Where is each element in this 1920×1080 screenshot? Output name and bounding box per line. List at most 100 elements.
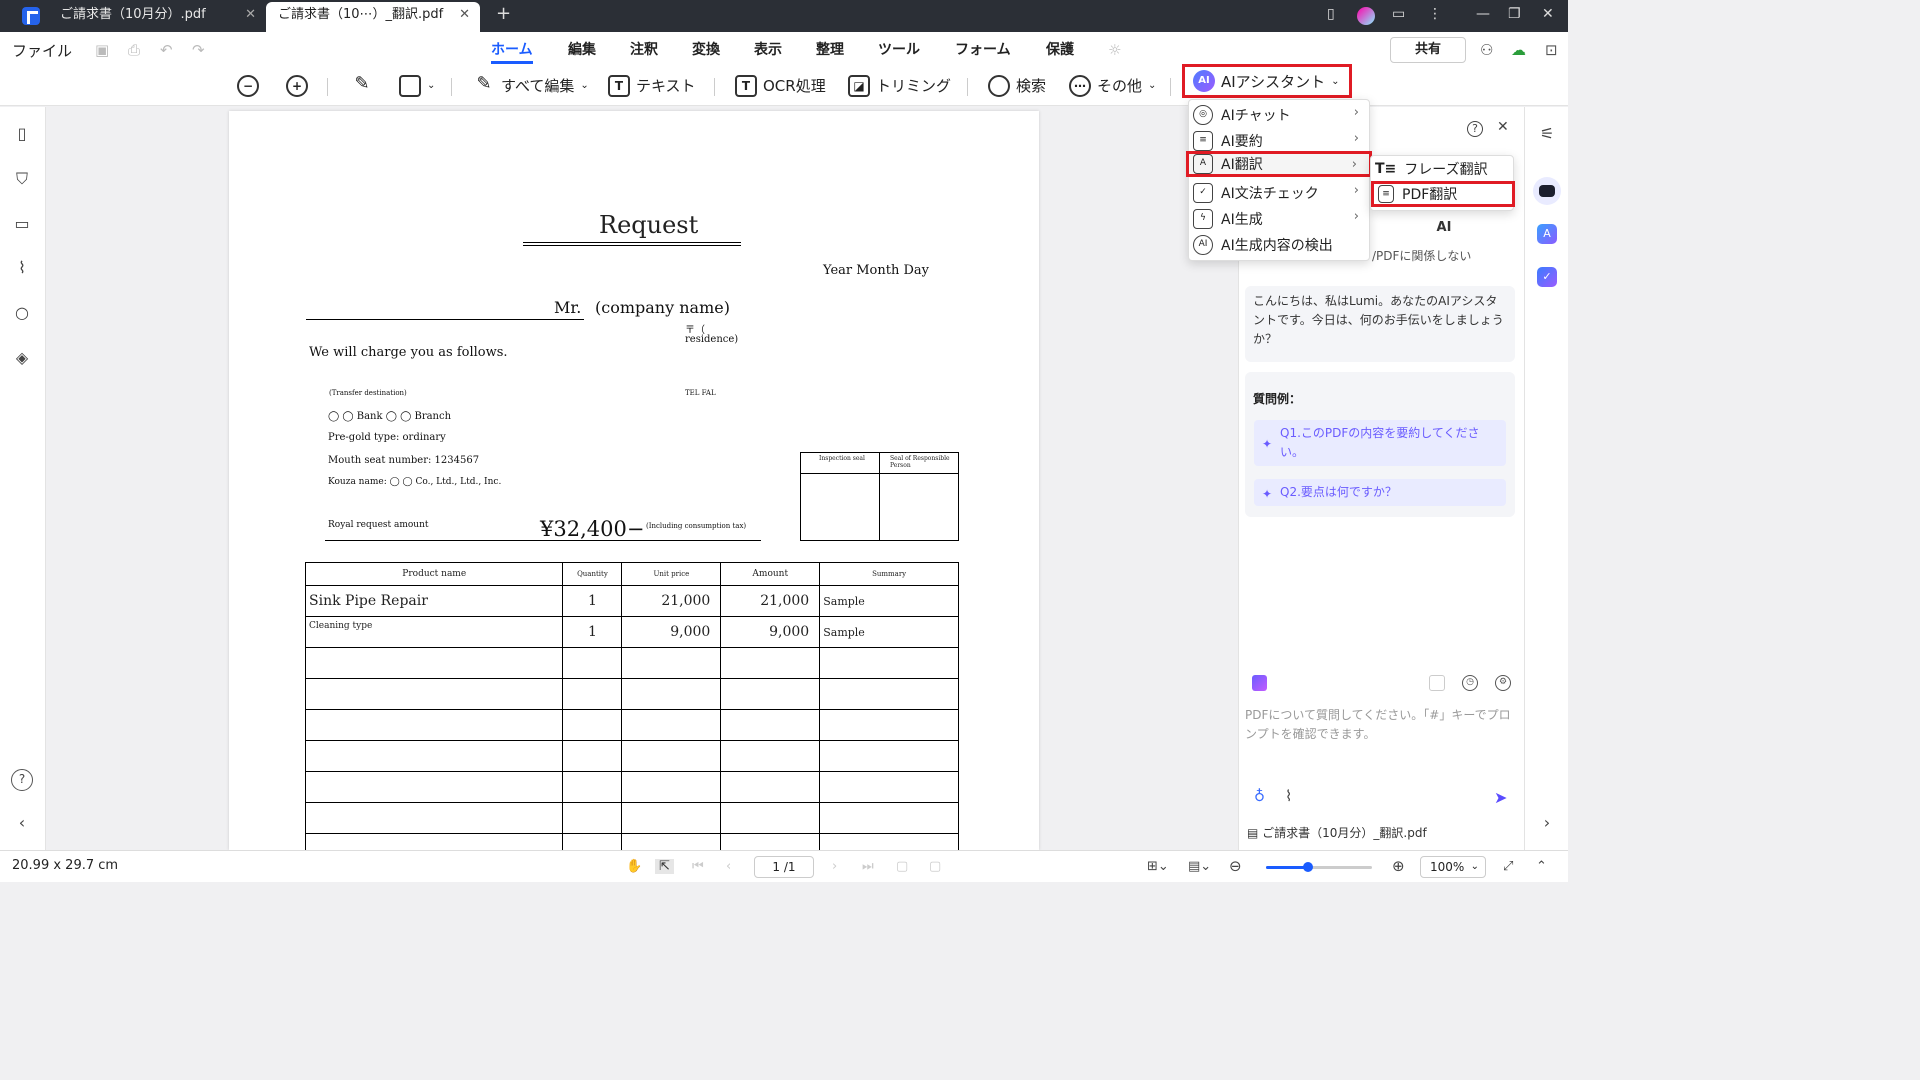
minimize-icon[interactable]: —	[1476, 6, 1490, 22]
tab-view[interactable]: 表示	[754, 39, 782, 59]
search-icon[interactable]: ○	[13, 304, 31, 322]
menu-item-label: AIチャット	[1221, 108, 1291, 124]
ocr-button[interactable]: T OCR処理	[735, 72, 826, 100]
attach-icon[interactable]: ⌇	[1285, 787, 1292, 805]
close-window-icon[interactable]: ✕	[1542, 6, 1554, 22]
redo-icon[interactable]: ↷	[192, 41, 205, 59]
fit-page-icon[interactable]: ▢	[896, 859, 908, 874]
tablet-icon[interactable]: ▯	[1327, 6, 1335, 22]
history-icon[interactable]: ◷	[1462, 675, 1478, 691]
attachment-icon[interactable]: ⌇	[13, 259, 31, 277]
restore-icon[interactable]: ❐	[1508, 6, 1521, 22]
next-page-icon[interactable]: ›	[832, 859, 837, 874]
fit-width-icon[interactable]: ▢	[929, 859, 941, 874]
tab-protect[interactable]: 保護	[1046, 39, 1074, 59]
select-tool-icon[interactable]: ⇱	[655, 859, 674, 874]
column-header: Quantity	[562, 562, 623, 586]
bank-info: ◯ ◯ Bank ◯ ◯ Branch	[328, 411, 452, 422]
tab-edit[interactable]: 編集	[568, 39, 596, 59]
text-button[interactable]: T テキスト	[608, 72, 696, 100]
help-icon[interactable]: ?	[11, 769, 33, 791]
view-mode-icon[interactable]: ▤⌄	[1188, 859, 1211, 874]
send-icon[interactable]: ➤	[1494, 788, 1507, 807]
tab-comment[interactable]: 注釈	[630, 39, 658, 59]
translate-icon[interactable]: A	[1537, 224, 1557, 244]
close-icon[interactable]: ✕	[459, 2, 470, 28]
panel-icon[interactable]: ⊡	[1545, 41, 1558, 59]
shape-button[interactable]: ⌄	[399, 72, 435, 100]
crop-button[interactable]: ◪ トリミング	[848, 72, 951, 100]
bookmark-icon[interactable]: ⛉	[13, 170, 31, 188]
tab-form[interactable]: フォーム	[955, 39, 1011, 59]
highlight-button[interactable]: ✎	[351, 72, 373, 100]
close-icon[interactable]: ✕	[1497, 119, 1509, 135]
collapse-left-icon[interactable]: ‹	[13, 814, 31, 832]
menu-item-pdf-translate[interactable]: ≡ PDF翻訳	[1371, 181, 1515, 207]
zoom-select[interactable]: 100% ⌄	[1420, 856, 1486, 878]
tab-invoice[interactable]: ご請求書（10月分）.pdf ✕	[48, 2, 266, 32]
tab-invoice-translated[interactable]: ご請求書（10⋯）_翻訳.pdf ✕	[266, 2, 480, 32]
zoom-slider[interactable]	[1266, 862, 1372, 872]
more-button[interactable]: ⋯ その他 ⌄	[1069, 72, 1156, 100]
pdf-page[interactable]: Request Year Month Day Mr. (company name…	[229, 111, 1039, 865]
help-icon[interactable]: ?	[1467, 121, 1483, 137]
rectangle-icon	[399, 75, 421, 97]
menu-item-ai-generate[interactable]: ϟ AI生成 ›	[1189, 206, 1371, 232]
file-menu[interactable]: ファイル	[12, 40, 72, 61]
generate-icon: ϟ	[1193, 209, 1213, 229]
previous-page-icon[interactable]: ‹	[726, 859, 731, 874]
ai-robot-icon[interactable]	[1533, 177, 1561, 205]
menu-item-ai-chat[interactable]: ◎ AIチャット ›	[1189, 102, 1371, 128]
menu-item-phrase-translate[interactable]: T≡ フレーズ翻訳	[1371, 156, 1515, 182]
fullscreen-icon[interactable]: ⤢	[1503, 859, 1513, 874]
prompt-library-icon[interactable]	[1252, 675, 1267, 691]
chat-input[interactable]: PDFについて質問してください。「#」キーでプロンプトを確認できます。	[1245, 706, 1517, 744]
example-question-2[interactable]: ✦ Q2.要点は何ですか？	[1254, 479, 1506, 506]
org-chart-icon[interactable]: ⚇	[1480, 41, 1493, 59]
share-button[interactable]: 共有	[1390, 37, 1466, 63]
ai-assistant-button[interactable]: AI AIアシスタント ⌄	[1182, 64, 1352, 98]
page-thumbnail-icon[interactable]: ▯	[13, 125, 31, 143]
tab-home[interactable]: ホーム	[491, 39, 533, 64]
save-icon[interactable]: ▣	[95, 41, 109, 59]
tab-convert[interactable]: 変換	[692, 39, 720, 59]
zoom-out-button[interactable]: −	[237, 72, 259, 100]
zoom-in-icon[interactable]: ⊕	[1392, 857, 1405, 875]
comment-icon[interactable]: ▭	[13, 215, 31, 233]
page-layout-icon[interactable]: ⊞⌄	[1147, 859, 1169, 874]
last-page-icon[interactable]: ⏭	[862, 859, 874, 874]
page-number-input[interactable]: 1 /1	[754, 856, 814, 878]
checklist-icon[interactable]: ✓	[1537, 267, 1557, 287]
edit-all-button[interactable]: ✎ すべて編集 ⌄	[473, 72, 588, 100]
lightbulb-icon[interactable]: ☼	[1108, 41, 1121, 59]
mode-tab-ai[interactable]: AI	[1372, 215, 1516, 241]
menu-item-ai-detect[interactable]: AI AI生成内容の検出	[1189, 232, 1371, 258]
expand-icon[interactable]: ⌃	[1536, 859, 1547, 874]
tab-tools[interactable]: ツール	[878, 39, 920, 59]
zoom-in-button[interactable]: +	[286, 72, 308, 100]
avatar[interactable]	[1357, 7, 1375, 25]
divider	[1170, 78, 1171, 96]
menu-item-ai-grammar[interactable]: ✓ AI文法チェック ›	[1189, 180, 1371, 206]
zoom-slider-handle[interactable]	[1303, 862, 1313, 872]
adjust-icon[interactable]: ⚟	[1537, 124, 1557, 144]
more-vertical-icon[interactable]: ⋮	[1428, 6, 1442, 22]
new-tab-button[interactable]: +	[496, 3, 511, 24]
zoom-out-icon[interactable]: ⊖	[1229, 857, 1242, 875]
lightbulb-icon[interactable]: ♁	[1254, 787, 1265, 805]
settings-icon[interactable]: ⚙	[1495, 675, 1511, 691]
menu-item-ai-translate[interactable]: A AI翻訳 ›	[1186, 151, 1372, 177]
collapse-right-icon[interactable]: ›	[1537, 813, 1557, 833]
tab-organize[interactable]: 整理	[816, 39, 844, 59]
cloud-sync-icon[interactable]: ☁	[1511, 41, 1526, 59]
first-page-icon[interactable]: ⏮	[692, 859, 704, 874]
message-icon[interactable]: ▭	[1392, 6, 1405, 22]
hand-tool-icon[interactable]: ✋	[626, 859, 642, 874]
layers-icon[interactable]: ◈	[13, 349, 31, 367]
example-question-1[interactable]: ✦ Q1.このPDFの内容を要約してください。	[1254, 420, 1506, 466]
undo-icon[interactable]: ↶	[160, 41, 173, 59]
print-icon[interactable]: ⎙	[128, 41, 140, 59]
close-icon[interactable]: ✕	[245, 2, 256, 28]
search-button[interactable]: 検索	[988, 72, 1046, 100]
new-chat-icon[interactable]	[1429, 675, 1445, 691]
